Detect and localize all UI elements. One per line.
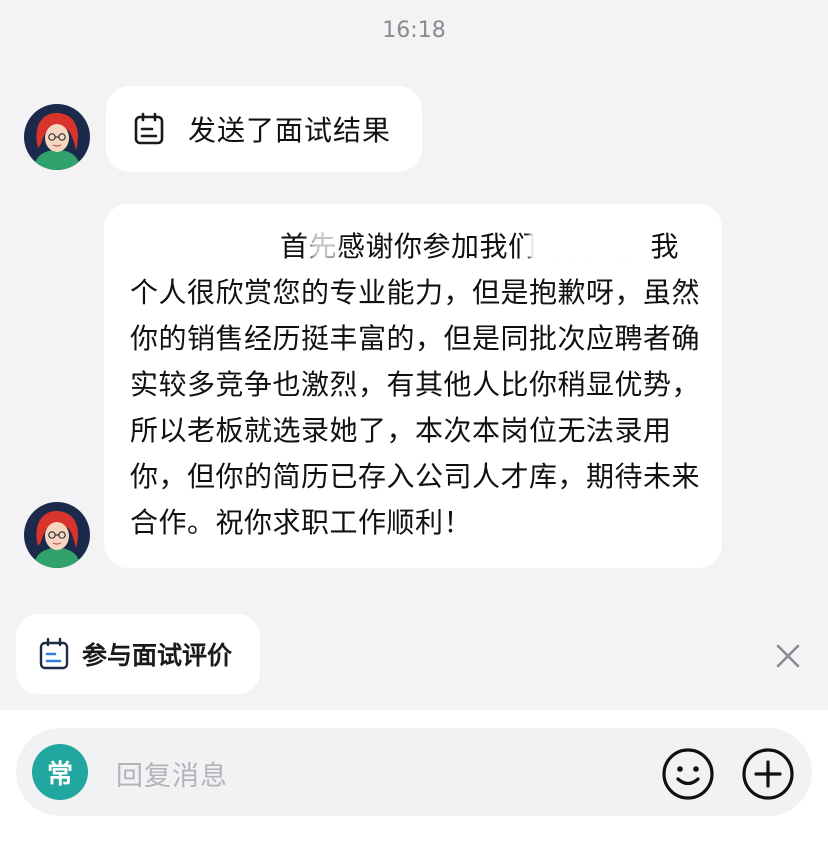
close-icon[interactable] xyxy=(772,640,804,672)
message-timestamp: 16:18 xyxy=(382,18,446,43)
calendar-icon xyxy=(39,637,69,670)
emoji-icon[interactable] xyxy=(660,746,716,802)
interview-result-card[interactable]: 发送了面试结果 xyxy=(106,86,422,172)
quick-phrase-button[interactable]: 常 xyxy=(32,744,88,800)
text-message-bubble[interactable]: 首先感谢你参加我们论面试，我个人很欣赏您的专业能力，但是抱歉呀，虽然你的销售经历… xyxy=(104,204,722,568)
interview-review-chip[interactable]: 参与面试评价 xyxy=(16,614,260,694)
chip-label: 参与面试评价 xyxy=(82,641,233,670)
recruiter-avatar-image xyxy=(24,502,90,568)
reply-input-placeholder[interactable]: 回复消息 xyxy=(116,754,228,793)
message-text: 首先感谢你参加我们论面试，我个人很欣赏您的专业能力，但是抱歉呀，虽然你的销售经历… xyxy=(130,230,701,539)
redaction-mark xyxy=(310,226,338,260)
recruiter-avatar-image xyxy=(24,104,90,170)
sender-avatar[interactable] xyxy=(24,104,90,170)
result-document-icon xyxy=(134,112,164,145)
redaction-mark xyxy=(530,222,644,262)
card-message-text: 发送了面试结果 xyxy=(188,114,392,147)
add-attachment-icon[interactable] xyxy=(740,746,796,802)
sender-avatar[interactable] xyxy=(24,502,90,568)
